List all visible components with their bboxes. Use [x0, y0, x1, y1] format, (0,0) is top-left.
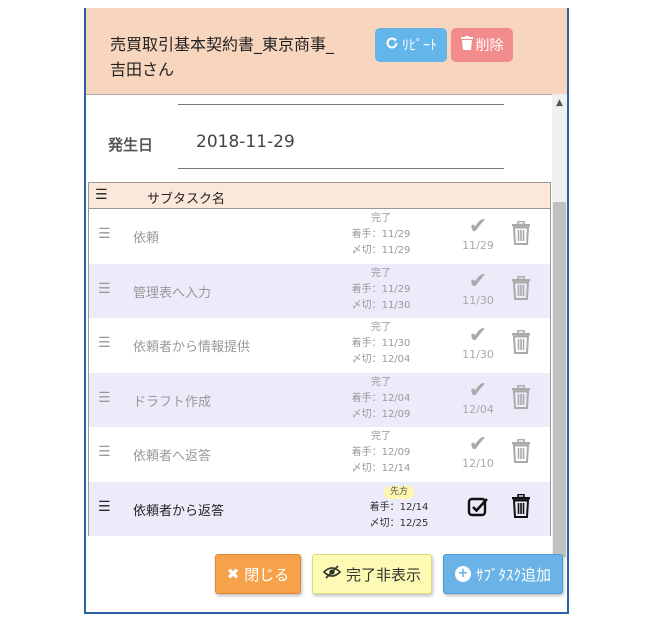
plus-circle-icon: +	[454, 566, 471, 582]
subtask-table: ☰ サブタスク名 ☰ 依頼 完了 着手：11/29 〆切：11/29 ✔ 11/29 ☰ 管理表…	[88, 182, 551, 536]
divider	[178, 104, 504, 105]
subtask-meta: 完了着手：11/29 〆切：11/30	[341, 266, 421, 314]
drag-handle-icon[interactable]: ☰	[98, 335, 111, 351]
subtask-dialog: 売買取引基本契約書_東京商事_吉田さん ﾘﾋﾟｰﾄ 削除 ▲ 発生日 2018-…	[84, 8, 569, 614]
trash-icon[interactable]	[511, 220, 533, 247]
close-button[interactable]: ✖ 閉じる	[215, 554, 301, 594]
subtask-name[interactable]: 管理表へ入力	[133, 282, 211, 301]
dialog-header: 売買取引基本契約書_東京商事_吉田さん ﾘﾋﾟｰﾄ 削除	[86, 8, 567, 95]
scroll-thumb[interactable]	[553, 202, 566, 557]
scroll-up-arrow-icon[interactable]: ▲	[552, 98, 567, 108]
completed-date: 11/30	[462, 293, 494, 307]
check-icon[interactable]: ✔ 12/10	[453, 433, 503, 471]
trash-icon[interactable]	[511, 438, 533, 465]
column-header-name: サブタスク名	[147, 192, 226, 207]
drag-handle-icon[interactable]: ☰	[98, 390, 111, 406]
start-date: 着手：12/09	[351, 447, 411, 458]
subtask-name[interactable]: 依頼者へ返答	[133, 445, 211, 464]
table-row[interactable]: ☰ 依頼者から返答 先方着手：12/14 〆切：12/25	[89, 481, 550, 536]
subtask-name[interactable]: 依頼者から情報提供	[133, 336, 250, 355]
add-subtask-button[interactable]: + ｻﾌﾞﾀｽｸ追加	[443, 554, 563, 594]
status-text: 完了	[371, 431, 391, 442]
start-date: 着手：11/29	[351, 229, 411, 240]
check-icon[interactable]: ✔ 11/30	[453, 269, 503, 307]
subtask-meta: 完了着手：11/29 〆切：11/29	[341, 211, 421, 259]
table-row[interactable]: ☰ 依頼 完了着手：11/29 〆切：11/29 ✔ 11/29	[89, 209, 550, 263]
table-row[interactable]: ☰ ドラフト作成 完了着手：12/04 〆切：12/09 ✔ 12/04	[89, 372, 550, 427]
subtask-meta: 完了着手：12/09 〆切：12/14	[341, 429, 421, 477]
subtask-meta: 完了着手：11/30 〆切：12/04	[341, 320, 421, 368]
trash-icon[interactable]	[511, 384, 533, 411]
table-row[interactable]: ☰ 依頼者から情報提供 完了着手：11/30 〆切：12/04 ✔ 11/30	[89, 318, 550, 372]
table-row[interactable]: ☰ 管理表へ入力 完了着手：11/29 〆切：11/30 ✔ 11/30	[89, 263, 550, 318]
task-title: 売買取引基本契約書_東京商事_吉田さん	[110, 35, 335, 79]
table-header: ☰ サブタスク名	[89, 183, 550, 209]
start-date: 着手：11/30	[351, 338, 411, 349]
date-underline	[178, 168, 504, 169]
drag-handle-icon[interactable]: ☰	[98, 226, 111, 242]
drag-handle-icon[interactable]: ☰	[98, 499, 111, 515]
status-text: 完了	[371, 322, 391, 333]
check-icon[interactable]: ✔ 12/04	[453, 378, 503, 416]
repeat-label: ﾘﾋﾟｰﾄ	[402, 38, 437, 54]
add-subtask-label: ｻﾌﾞﾀｽｸ追加	[475, 565, 551, 584]
scrollbar[interactable]: ▲	[552, 94, 567, 559]
status-badge: 先方	[383, 485, 414, 499]
delete-label: 削除	[475, 38, 504, 54]
due-date: 〆切：12/14	[351, 463, 411, 474]
close-label: 閉じる	[244, 565, 290, 584]
trash-icon[interactable]	[511, 275, 533, 302]
date-label: 発生日	[108, 136, 154, 154]
subtask-meta: 完了着手：12/04 〆切：12/09	[341, 375, 421, 423]
repeat-icon	[385, 36, 399, 54]
due-date: 〆切：12/04	[351, 354, 411, 365]
status-text: 完了	[371, 267, 391, 279]
status-text: 完了	[371, 213, 391, 224]
hide-completed-button[interactable]: 完了非表示	[312, 554, 432, 594]
repeat-button[interactable]: ﾘﾋﾟｰﾄ	[375, 28, 447, 62]
trash-icon	[460, 36, 473, 54]
subtask-name[interactable]: 依頼	[133, 227, 159, 246]
check-icon[interactable]: ✔ 11/30	[453, 324, 503, 362]
status-text: 完了	[371, 376, 391, 388]
subtask-name[interactable]: 依頼者から返答	[133, 500, 224, 519]
subtask-name[interactable]: ドラフト作成	[133, 391, 211, 410]
table-row[interactable]: ☰ 依頼者へ返答 完了着手：12/09 〆切：12/14 ✔ 12/10	[89, 427, 550, 481]
drag-handle-icon[interactable]: ☰	[98, 281, 111, 297]
menu-icon: ☰	[95, 187, 108, 203]
completed-date: 12/10	[462, 457, 494, 470]
due-date: 〆切：12/25	[369, 517, 429, 529]
completed-date: 12/04	[462, 402, 494, 416]
trash-icon[interactable]	[511, 329, 533, 356]
close-icon: ✖	[226, 565, 240, 583]
start-date: 着手：12/14	[369, 501, 429, 513]
trash-icon[interactable]	[511, 493, 533, 520]
due-date: 〆切：11/30	[351, 299, 411, 311]
start-date: 着手：12/04	[351, 392, 411, 404]
due-date: 〆切：11/29	[351, 245, 411, 256]
completed-date: 11/29	[462, 239, 494, 252]
drag-handle-icon[interactable]: ☰	[98, 444, 111, 460]
checkbox-icon[interactable]	[453, 488, 503, 521]
delete-button[interactable]: 削除	[451, 28, 513, 62]
due-date: 〆切：12/09	[351, 408, 411, 420]
hide-completed-label: 完了非表示	[345, 565, 421, 584]
eye-slash-icon	[322, 565, 342, 583]
date-input[interactable]: 2018-11-29	[196, 132, 295, 152]
completed-date: 11/30	[462, 348, 494, 361]
start-date: 着手：11/29	[351, 283, 411, 295]
subtask-meta: 先方着手：12/14 〆切：12/25	[359, 484, 439, 532]
check-icon[interactable]: ✔ 11/29	[453, 215, 503, 253]
